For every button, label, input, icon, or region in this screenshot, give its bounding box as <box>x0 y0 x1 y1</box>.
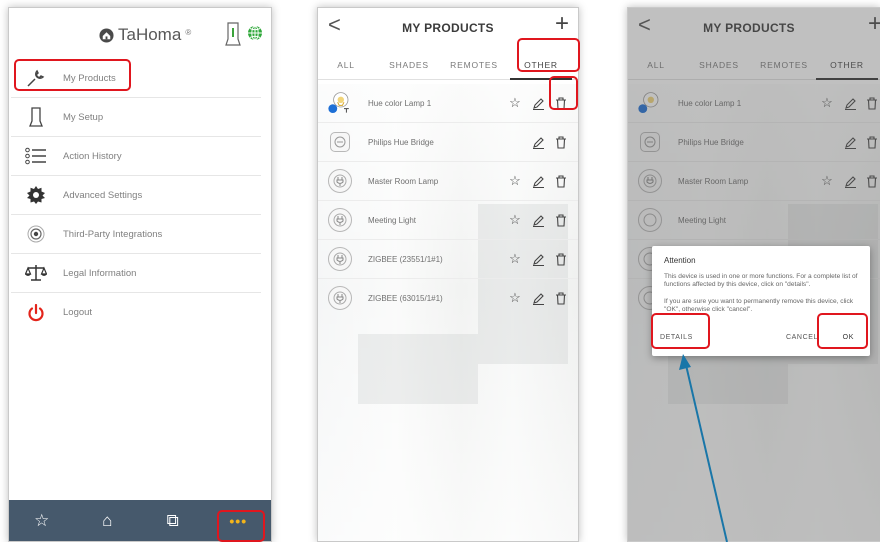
pointer-arrow <box>679 354 728 542</box>
